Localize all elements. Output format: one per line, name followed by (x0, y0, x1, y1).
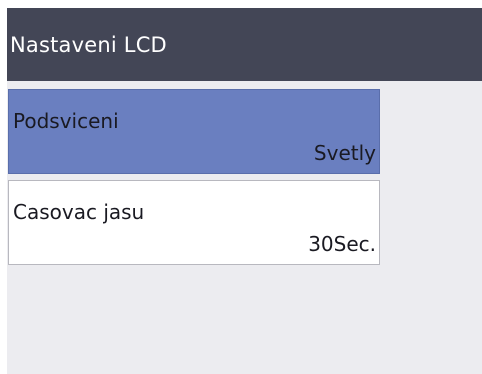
title-bar: Nastaveni LCD (7, 8, 482, 81)
menu-item-value: Svetly (313, 141, 376, 165)
menu-item-label: Podsviceni (13, 109, 119, 133)
menu-item-dim-timer[interactable]: Casovac jasu 30Sec. (8, 180, 380, 265)
lcd-screen: Nastaveni LCD Podsviceni Svetly Casovac … (7, 8, 482, 374)
menu-item-value: 30Sec. (308, 232, 376, 256)
menu-item-backlight[interactable]: Podsviceni Svetly (8, 89, 380, 174)
screen-title: Nastaveni LCD (10, 32, 167, 57)
menu-item-label: Casovac jasu (13, 200, 145, 224)
